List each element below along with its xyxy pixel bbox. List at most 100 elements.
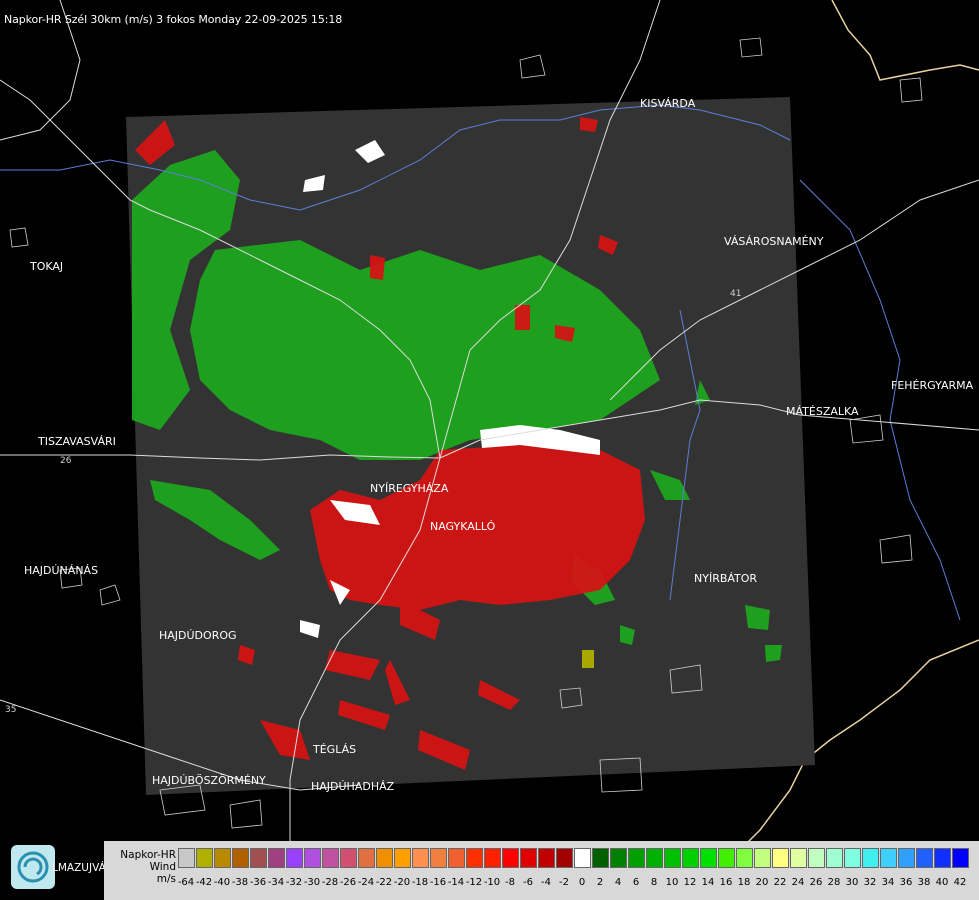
town-label-nyirbator: NYÍRBÁTOR <box>694 572 758 585</box>
legend-swatch <box>376 848 393 868</box>
legend-swatch <box>340 848 357 868</box>
legend-tick-label: 42 <box>953 877 967 888</box>
legend-tick-label: 32 <box>863 877 877 888</box>
town-label-hajduboszormeny: HAJDÚBÖSZÖRMÉNY <box>152 774 266 787</box>
legend-tick-label: -4 <box>541 877 551 888</box>
legend-swatch <box>286 848 303 868</box>
legend-swatch <box>250 848 267 868</box>
town-label-nagykallo: NAGYKALLÓ <box>430 520 496 533</box>
legend-tick-label: -2 <box>559 877 569 888</box>
legend-swatch <box>574 848 591 868</box>
echo-yellow <box>582 650 594 668</box>
legend-tick-label: -10 <box>483 877 501 888</box>
legend-tick-label: 40 <box>935 877 949 888</box>
legend-tick-label: -24 <box>357 877 375 888</box>
legend-swatch <box>880 848 897 868</box>
legend-tick-label: -6 <box>523 877 533 888</box>
legend-tick-label: -34 <box>267 877 285 888</box>
legend-swatch <box>808 848 825 868</box>
legend-swatch <box>466 848 483 868</box>
legend-title: Napkor-HR Wind m/s <box>110 849 176 885</box>
legend-tick-label: 14 <box>701 877 715 888</box>
legend-swatch <box>412 848 429 868</box>
town-label-teglas: TÉGLÁS <box>313 743 357 756</box>
legend-tick-label: 0 <box>578 877 586 888</box>
napkor-logo-icon <box>11 845 55 889</box>
legend-swatch <box>214 848 231 868</box>
legend-title-line1: Napkor-HR <box>120 849 176 861</box>
town-label-tiszavasvari: TISZAVASVÁRI <box>38 435 116 448</box>
radar-map: 26 35 41 <box>0 0 979 900</box>
legend-tick-label: 8 <box>650 877 658 888</box>
road-label-26: 26 <box>60 456 72 466</box>
legend-tick-label: 12 <box>683 877 697 888</box>
legend-tick-label: 38 <box>917 877 931 888</box>
legend-tick-label: -22 <box>375 877 393 888</box>
legend-tick-label: 36 <box>899 877 913 888</box>
legend-swatch <box>934 848 951 868</box>
legend-tick-label: 30 <box>845 877 859 888</box>
legend-tick-label: 10 <box>665 877 679 888</box>
legend-swatch <box>646 848 663 868</box>
legend-tick-label: 6 <box>632 877 640 888</box>
legend-swatch <box>430 848 447 868</box>
legend-swatch <box>610 848 627 868</box>
town-label-hajduhadhaz: HAJDÚHADHÁZ <box>311 780 395 793</box>
legend-swatch <box>952 848 969 868</box>
legend-swatch <box>844 848 861 868</box>
legend-title-line3: m/s <box>156 873 176 885</box>
town-label-fehergyarmat: FEHÉRGYARMA <box>891 379 974 392</box>
legend-swatch <box>394 848 411 868</box>
legend-swatch <box>628 848 645 868</box>
legend-swatch <box>862 848 879 868</box>
town-label-hajdudorog: HAJDÚDOROG <box>159 629 237 642</box>
legend-swatch <box>700 848 717 868</box>
legend-tick-label: 20 <box>755 877 769 888</box>
legend-swatch <box>358 848 375 868</box>
legend-tick-label: 22 <box>773 877 787 888</box>
town-label-tokaj: TOKAJ <box>30 260 64 273</box>
legend-title-line2: Wind <box>149 861 176 873</box>
legend-tick-label: -26 <box>339 877 357 888</box>
legend-tick-label: -12 <box>465 877 483 888</box>
legend-tick-label: -30 <box>303 877 321 888</box>
legend-tick-label: -38 <box>231 877 249 888</box>
legend-swatch <box>664 848 681 868</box>
legend-tick-label: -18 <box>411 877 429 888</box>
legend-swatch <box>898 848 915 868</box>
legend-tick-label: -42 <box>195 877 213 888</box>
legend-swatch <box>322 848 339 868</box>
legend-swatch <box>556 848 573 868</box>
legend-swatch <box>772 848 789 868</box>
town-label-hajdunanas: HAJDÚNÁNÁS <box>24 564 99 577</box>
road-label-41: 41 <box>730 289 741 299</box>
legend-swatch <box>520 848 537 868</box>
legend-swatches <box>178 848 970 868</box>
legend-swatch <box>826 848 843 868</box>
legend-tick-label: -16 <box>429 877 447 888</box>
legend-tick-label: -8 <box>505 877 515 888</box>
legend-tick-label: 28 <box>827 877 841 888</box>
map-title: Napkor-HR Szél 30km (m/s) 3 fokos Monday… <box>4 13 343 26</box>
legend-swatch <box>178 848 195 868</box>
legend-swatch <box>592 848 609 868</box>
legend-swatch <box>268 848 285 868</box>
legend-swatch <box>790 848 807 868</box>
legend-tick-label: 4 <box>614 877 622 888</box>
legend-tick-label: -36 <box>249 877 267 888</box>
legend-swatch <box>304 848 321 868</box>
legend-swatch <box>916 848 933 868</box>
legend-swatch <box>502 848 519 868</box>
town-label-mateszalka: MÁTÉSZALKA <box>786 405 859 418</box>
legend-swatch <box>754 848 771 868</box>
wind-legend: Napkor-HR Wind m/s -6 4 -42 -4 0 -38 -36 -34 -32… <box>104 841 979 900</box>
legend-swatch <box>718 848 735 868</box>
legend-swatch <box>196 848 213 868</box>
road-label-35: 35 <box>5 705 16 715</box>
legend-tick-label: 26 <box>809 877 823 888</box>
legend-swatch <box>538 848 555 868</box>
legend-tick-label: 18 <box>737 877 751 888</box>
legend-tick-label: -32 <box>285 877 303 888</box>
legend-tick-label: 34 <box>881 877 895 888</box>
town-label-nyiregyhaza: NYÍREGYHÁZA <box>370 482 449 495</box>
